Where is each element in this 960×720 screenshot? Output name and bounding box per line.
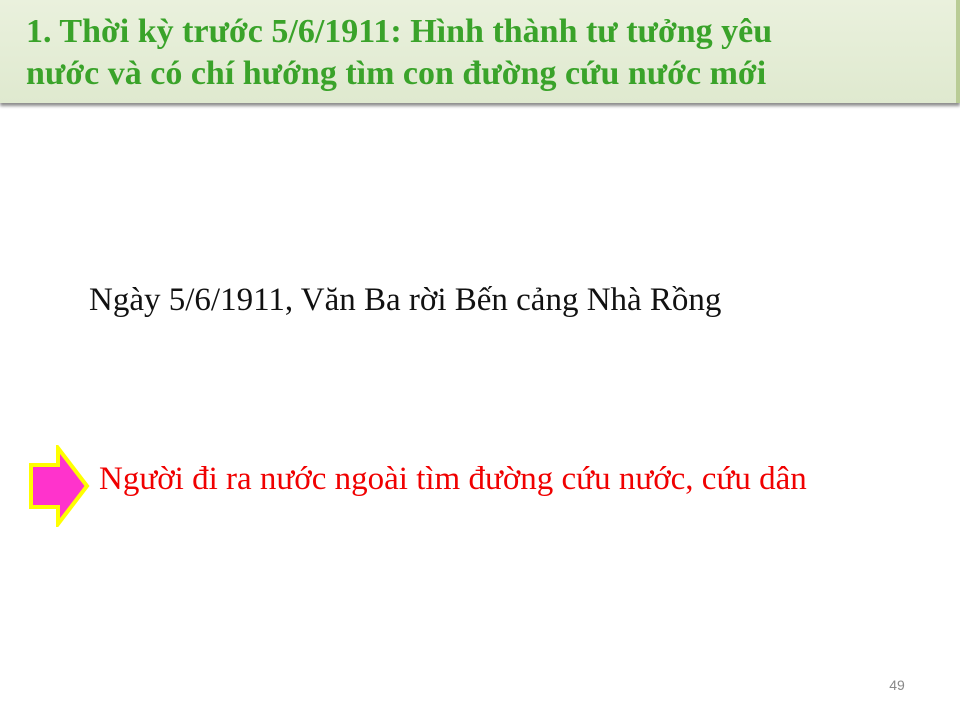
slide-title-line-1: 1. Thời kỳ trước 5/6/1911: Hình thành tư… [26,13,773,50]
event-text: Ngày 5/6/1911, Văn Ba rời Bến cảng Nhà R… [89,282,722,318]
slide-title: 1. Thời kỳ trước 5/6/1911: Hình thành tư… [26,11,926,95]
slide: 1. Thời kỳ trước 5/6/1911: Hình thành tư… [0,0,960,720]
title-banner: 1. Thời kỳ trước 5/6/1911: Hình thành tư… [0,0,960,103]
result-text: Người đi ra nước ngoài tìm đường cứu nướ… [99,461,807,497]
slide-title-line-2: nước và có chí hướng tìm con đường cứu n… [26,55,767,92]
page-number: 49 [889,677,905,693]
right-arrow-icon [29,445,90,527]
